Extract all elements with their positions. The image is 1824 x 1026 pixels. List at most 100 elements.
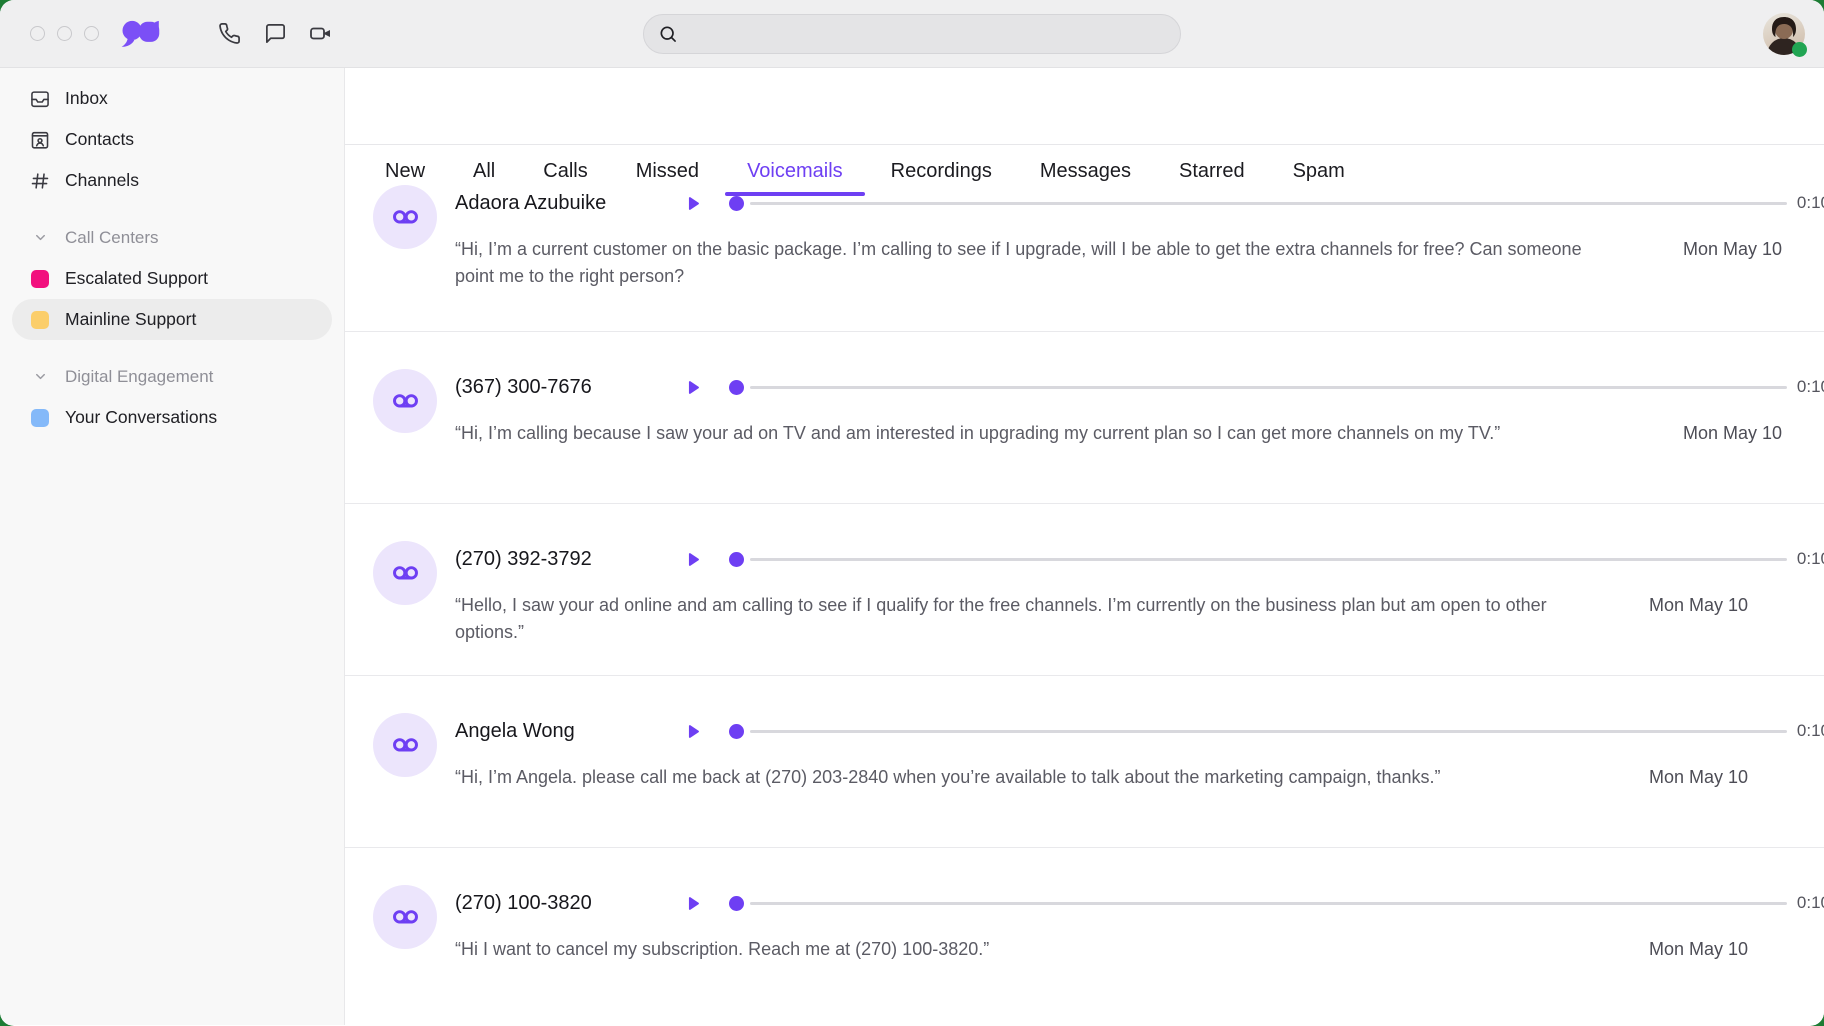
voicemail-transcript: “Hi, I’m Angela. please call me back at … — [455, 764, 1615, 791]
dialpad-logo — [119, 16, 161, 52]
voicemail-date: Mon May 10 — [1683, 420, 1782, 447]
sidebar-section-call-centers: Call Centers Escalated Support Mainline … — [0, 217, 344, 340]
presence-indicator — [1792, 42, 1807, 57]
chevron-down-icon — [28, 230, 52, 245]
window-zoom-button[interactable] — [84, 26, 99, 41]
voicemail-icon — [390, 902, 421, 933]
caller-name: Adaora Azubuike — [455, 192, 682, 215]
voicemail-transcript: “Hi I want to cancel my subscription. Re… — [455, 936, 1615, 963]
audio-scrubber[interactable] — [729, 380, 1787, 395]
app-window: Inbox Contacts — [0, 0, 1824, 1026]
play-button[interactable] — [682, 893, 702, 913]
sidebar-item-channels[interactable]: Channels — [0, 160, 344, 201]
caller-name: (270) 100-3820 — [455, 892, 682, 915]
voicemail-avatar — [373, 885, 437, 949]
play-button[interactable] — [682, 377, 702, 397]
scrubber-track[interactable] — [750, 202, 1787, 205]
topbar — [0, 0, 1824, 68]
voicemail-row[interactable]: (270) 392-3792 0:10 “Hello, I saw your a… — [345, 503, 1824, 675]
phone-icon[interactable] — [217, 22, 241, 46]
sidebar-item-escalated-support[interactable]: Escalated Support — [0, 258, 344, 299]
voicemail-avatar — [373, 185, 437, 249]
scrubber-track[interactable] — [750, 386, 1787, 389]
user-avatar[interactable] — [1763, 13, 1805, 55]
voicemail-duration: 0:10 — [1797, 549, 1824, 569]
sidebar-item-inbox[interactable]: Inbox — [0, 78, 344, 119]
conversation-color-swatch — [28, 409, 52, 427]
chat-icon[interactable] — [263, 22, 287, 46]
topbar-actions — [217, 22, 333, 46]
sidebar-section-digital-engagement: Digital Engagement Your Conversations — [0, 356, 344, 438]
voicemail-duration: 0:10 — [1797, 893, 1824, 913]
voicemail-date: Mon May 10 — [1649, 764, 1748, 791]
sidebar-item-label: Inbox — [65, 88, 108, 109]
audio-scrubber[interactable] — [729, 196, 1787, 211]
scrubber-track[interactable] — [750, 558, 1787, 561]
sidebar: Inbox Contacts — [0, 68, 345, 1025]
voicemail-duration: 0:10 — [1797, 193, 1824, 213]
voicemail-list: Adaora Azubuike 0:10 “Hi, I’m a current … — [345, 197, 1824, 1025]
search-icon — [658, 24, 678, 44]
call-center-color-swatch — [28, 311, 52, 329]
voicemail-date: Mon May 10 — [1649, 936, 1748, 963]
sidebar-item-label: Your Conversations — [65, 407, 217, 428]
voicemail-icon — [390, 558, 421, 589]
voicemail-transcript: “Hello, I saw your ad online and am call… — [455, 592, 1615, 646]
sidebar-item-label: Mainline Support — [65, 309, 196, 330]
sidebar-item-contacts[interactable]: Contacts — [0, 119, 344, 160]
voicemail-duration: 0:10 — [1797, 377, 1824, 397]
caller-name: (270) 392-3792 — [455, 548, 682, 571]
scrubber-handle[interactable] — [729, 196, 744, 211]
voicemail-avatar — [373, 369, 437, 433]
voicemail-row[interactable]: Adaora Azubuike 0:10 “Hi, I’m a current … — [345, 148, 1824, 331]
voicemail-row[interactable]: Angela Wong 0:10 “Hi, I’m Angela. please… — [345, 675, 1824, 847]
scrubber-handle[interactable] — [729, 552, 744, 567]
sidebar-item-mainline-support[interactable]: Mainline Support — [12, 299, 332, 340]
call-center-color-swatch — [28, 270, 52, 288]
scrubber-handle[interactable] — [729, 896, 744, 911]
sidebar-item-your-conversations[interactable]: Your Conversations — [0, 397, 344, 438]
audio-scrubber[interactable] — [729, 896, 1787, 911]
audio-scrubber[interactable] — [729, 552, 1787, 567]
window-minimize-button[interactable] — [57, 26, 72, 41]
voicemail-icon — [390, 730, 421, 761]
voicemail-date: Mon May 10 — [1683, 236, 1782, 263]
caller-name: Angela Wong — [455, 720, 682, 743]
voicemail-icon — [390, 202, 421, 233]
sidebar-item-label: Contacts — [65, 129, 134, 150]
voicemail-transcript: “Hi, I’m calling because I saw your ad o… — [455, 420, 1615, 447]
video-icon[interactable] — [309, 22, 333, 46]
voicemail-duration: 0:10 — [1797, 721, 1824, 741]
chevron-down-icon — [28, 369, 52, 384]
scrubber-handle[interactable] — [729, 724, 744, 739]
section-label: Digital Engagement — [65, 367, 213, 387]
scrubber-handle[interactable] — [729, 380, 744, 395]
play-button[interactable] — [682, 721, 702, 741]
voicemail-transcript: “Hi, I’m a current customer on the basic… — [455, 236, 1615, 290]
sidebar-item-label: Escalated Support — [65, 268, 208, 289]
voicemail-row[interactable]: (367) 300-7676 0:10 “Hi, I’m calling bec… — [345, 331, 1824, 503]
hash-icon — [28, 170, 52, 192]
search-input[interactable] — [687, 24, 1166, 44]
inbox-icon — [28, 88, 52, 110]
section-label: Call Centers — [65, 228, 159, 248]
scrubber-track[interactable] — [750, 902, 1787, 905]
caller-name: (367) 300-7676 — [455, 376, 682, 399]
section-header-call-centers[interactable]: Call Centers — [0, 217, 344, 258]
voicemail-date: Mon May 10 — [1649, 592, 1748, 619]
play-button[interactable] — [682, 549, 702, 569]
audio-scrubber[interactable] — [729, 724, 1787, 739]
voicemail-row[interactable]: (270) 100-3820 0:10 “Hi I want to cancel… — [345, 847, 1824, 1019]
section-header-digital-engagement[interactable]: Digital Engagement — [0, 356, 344, 397]
global-search[interactable] — [643, 14, 1181, 54]
main-header-spacer — [345, 68, 1824, 144]
play-button[interactable] — [682, 193, 702, 213]
voicemail-avatar — [373, 541, 437, 605]
contacts-icon — [28, 129, 52, 151]
window-controls — [30, 26, 99, 41]
sidebar-item-label: Channels — [65, 170, 139, 191]
window-close-button[interactable] — [30, 26, 45, 41]
scrubber-track[interactable] — [750, 730, 1787, 733]
main-panel: New All Calls Missed Voicemails Recordin… — [345, 68, 1824, 1025]
voicemail-icon — [390, 386, 421, 417]
